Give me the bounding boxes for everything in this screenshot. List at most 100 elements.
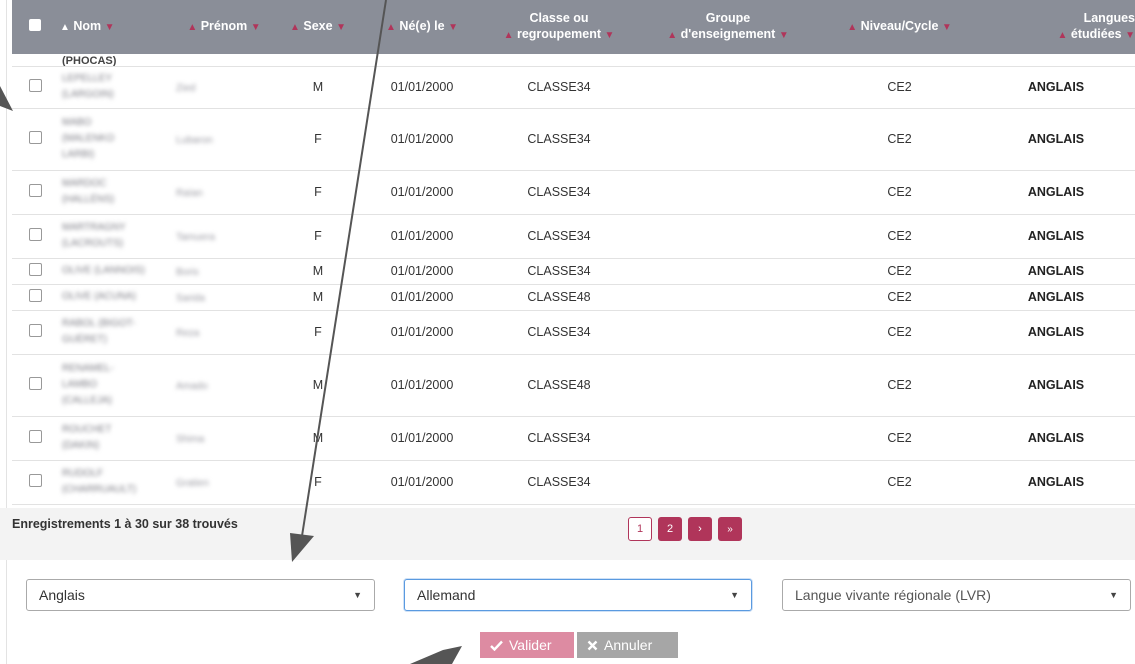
column-header-nom[interactable]: ▲ Nom ▼ bbox=[58, 0, 172, 54]
nom-line: RENAMEL- bbox=[62, 363, 114, 374]
langue-cell: ANGLAIS bbox=[977, 66, 1135, 109]
sort-up-icon[interactable]: ▲ bbox=[667, 30, 677, 41]
column-header-langues[interactable]: Langues ▲ étudiées ▼ bbox=[977, 0, 1135, 54]
nom-line: (DAKIN) bbox=[62, 440, 100, 451]
sort-down-icon[interactable]: ▼ bbox=[605, 30, 615, 41]
nom-cell: OLIVE (LANNOIS) bbox=[58, 258, 172, 285]
table-row[interactable]: LEPELLEY (LARGOIN) Zied M 01/01/2000 CLASSE34… bbox=[12, 66, 1135, 109]
sexe-cell: F bbox=[276, 108, 360, 171]
nom-line: MARTRAGNY bbox=[62, 222, 126, 233]
row-checkbox[interactable] bbox=[29, 184, 42, 197]
date-cell: 01/01/2000 bbox=[360, 170, 484, 215]
langue-cell: ANGLAIS bbox=[977, 170, 1135, 215]
nom-line: LARBI) bbox=[62, 149, 95, 160]
row-checkbox[interactable] bbox=[29, 79, 42, 92]
classe-cell: CLASSE34 bbox=[484, 258, 634, 285]
table-row[interactable]: MARDOC (HALLÉNS) Raïan F 01/01/2000 CLASSE34 C… bbox=[12, 170, 1135, 215]
row-checkbox[interactable] bbox=[29, 263, 42, 276]
nom-cell: RUDOLF (CHARRUAULT) bbox=[58, 460, 172, 505]
sort-up-icon[interactable]: ▲ bbox=[187, 22, 197, 33]
niveau-cell: CE2 bbox=[822, 460, 977, 505]
classe-cell: CLASSE34 bbox=[484, 66, 634, 109]
niveau-cell: CE2 bbox=[822, 214, 977, 259]
prenom-text: Gratien bbox=[176, 478, 209, 489]
prenom-text: Reza bbox=[176, 328, 200, 339]
classe-cell: CLASSE48 bbox=[484, 354, 634, 417]
table-row[interactable]: RABOL (BIGOT- GUÉRET) Reza F 01/01/2000 CLASS… bbox=[12, 310, 1135, 355]
sort-down-icon[interactable]: ▼ bbox=[251, 22, 261, 33]
row-checkbox[interactable] bbox=[29, 289, 42, 302]
sort-down-icon[interactable]: ▼ bbox=[779, 30, 789, 41]
langue-cell: ANGLAIS bbox=[977, 460, 1135, 505]
annuler-button[interactable]: Annuler bbox=[577, 632, 678, 658]
classe-cell: CLASSE34 bbox=[484, 108, 634, 171]
groupe-cell bbox=[634, 258, 822, 285]
groupe-cell bbox=[634, 460, 822, 505]
next-page-button[interactable]: › bbox=[688, 517, 712, 541]
row-checkbox[interactable] bbox=[29, 324, 42, 337]
nom-line: (HALLÉNS) bbox=[62, 194, 115, 205]
sexe-cell: M bbox=[276, 66, 360, 109]
column-header-niveau[interactable]: ▲ Niveau/Cycle ▼ bbox=[822, 0, 977, 54]
column-header-ne-le[interactable]: ▲ Né(e) le ▼ bbox=[360, 0, 484, 54]
nom-line: LEPELLEY bbox=[62, 73, 113, 84]
sort-up-icon[interactable]: ▲ bbox=[847, 22, 857, 33]
caret-down-icon: ▼ bbox=[353, 590, 362, 600]
students-table-container: ▲ Nom ▼ ▲ Prénom ▼ ▲ Sexe ▼ ▲ Né(e) le ▼… bbox=[12, 0, 1135, 508]
langue-cell: ANGLAIS bbox=[977, 416, 1135, 461]
row-checkbox[interactable] bbox=[29, 131, 42, 144]
language-regional-select[interactable]: Langue vivante régionale (LVR) ▼ bbox=[782, 579, 1131, 611]
sort-down-icon[interactable]: ▼ bbox=[105, 22, 115, 33]
table-row[interactable]: MABO (MALENKO LARBI) Lubaron F 01/01/2000 CLAS… bbox=[12, 108, 1135, 171]
valider-button[interactable]: Valider bbox=[480, 632, 574, 658]
nom-line: RUDOLF bbox=[62, 468, 104, 479]
column-header-sexe[interactable]: ▲ Sexe ▼ bbox=[276, 0, 360, 54]
language-1-select[interactable]: Anglais ▼ bbox=[26, 579, 375, 611]
pagination: 1 2 › » bbox=[628, 517, 742, 541]
sort-up-icon[interactable]: ▲ bbox=[1058, 30, 1068, 41]
table-row[interactable]: RENAMEL- LAMBO (CALLEJA) Amado M 01/01/2000 CL… bbox=[12, 354, 1135, 417]
date-cell: 01/01/2000 bbox=[360, 354, 484, 417]
niveau-cell: CE2 bbox=[822, 170, 977, 215]
column-header-classe[interactable]: Classe ou ▲ regroupement ▼ bbox=[484, 0, 634, 54]
row-checkbox[interactable] bbox=[29, 228, 42, 241]
nom-line: LAMBO bbox=[62, 379, 98, 390]
table-row[interactable]: RUDOLF (CHARRUAULT) Gratien F 01/01/2000 CLAS… bbox=[12, 460, 1135, 505]
row-checkbox[interactable] bbox=[29, 474, 42, 487]
column-header-prenom[interactable]: ▲ Prénom ▼ bbox=[172, 0, 276, 54]
sort-up-icon[interactable]: ▲ bbox=[60, 22, 70, 33]
nom-cell: RABOL (BIGOT- GUÉRET) bbox=[58, 310, 172, 355]
sort-up-icon[interactable]: ▲ bbox=[290, 22, 300, 33]
page-1-button[interactable]: 1 bbox=[628, 517, 652, 541]
table-row[interactable]: OLIVE (LANNOIS) Boris M 01/01/2000 CLASSE34 C… bbox=[12, 258, 1135, 285]
row-checkbox[interactable] bbox=[29, 430, 42, 443]
sort-up-icon[interactable]: ▲ bbox=[386, 22, 396, 33]
nom-line: GUÉRET) bbox=[62, 334, 107, 345]
date-cell: 01/01/2000 bbox=[360, 310, 484, 355]
nom-line: MARDOC bbox=[62, 178, 107, 189]
page-2-button[interactable]: 2 bbox=[658, 517, 682, 541]
classe-cell: CLASSE34 bbox=[484, 460, 634, 505]
sort-up-icon[interactable]: ▲ bbox=[504, 30, 514, 41]
sort-down-icon[interactable]: ▼ bbox=[1125, 30, 1135, 41]
langue-cell: ANGLAIS bbox=[977, 310, 1135, 355]
column-header-groupe[interactable]: Groupe ▲ d'enseignement ▼ bbox=[634, 0, 822, 54]
sort-down-icon[interactable]: ▼ bbox=[448, 22, 458, 33]
table-row[interactable]: OLIVE (ACUNA) Sarida M 01/01/2000 CLASSE48 CE… bbox=[12, 284, 1135, 311]
row-checkbox[interactable] bbox=[29, 377, 42, 390]
last-page-button[interactable]: » bbox=[718, 517, 742, 541]
language-2-value: Allemand bbox=[417, 587, 476, 603]
sort-down-icon[interactable]: ▼ bbox=[336, 22, 346, 33]
table-row[interactable]: ROUCHET (DAKIN) Shima M 01/01/2000 CLASSE34 CE… bbox=[12, 416, 1135, 461]
classe-cell: CLASSE34 bbox=[484, 416, 634, 461]
niveau-cell: CE2 bbox=[822, 66, 977, 109]
table-row[interactable]: MARTRAGNY (LACROUTS) Tamuera F 01/01/2000 CLA… bbox=[12, 214, 1135, 259]
left-border bbox=[6, 0, 7, 664]
langue-cell: ANGLAIS bbox=[977, 258, 1135, 285]
sort-down-icon[interactable]: ▼ bbox=[942, 22, 952, 33]
select-all-checkbox[interactable] bbox=[29, 19, 41, 31]
niveau-cell: CE2 bbox=[822, 416, 977, 461]
language-2-select[interactable]: Allemand ▼ bbox=[404, 579, 752, 611]
groupe-cell bbox=[634, 66, 822, 109]
groupe-cell bbox=[634, 214, 822, 259]
